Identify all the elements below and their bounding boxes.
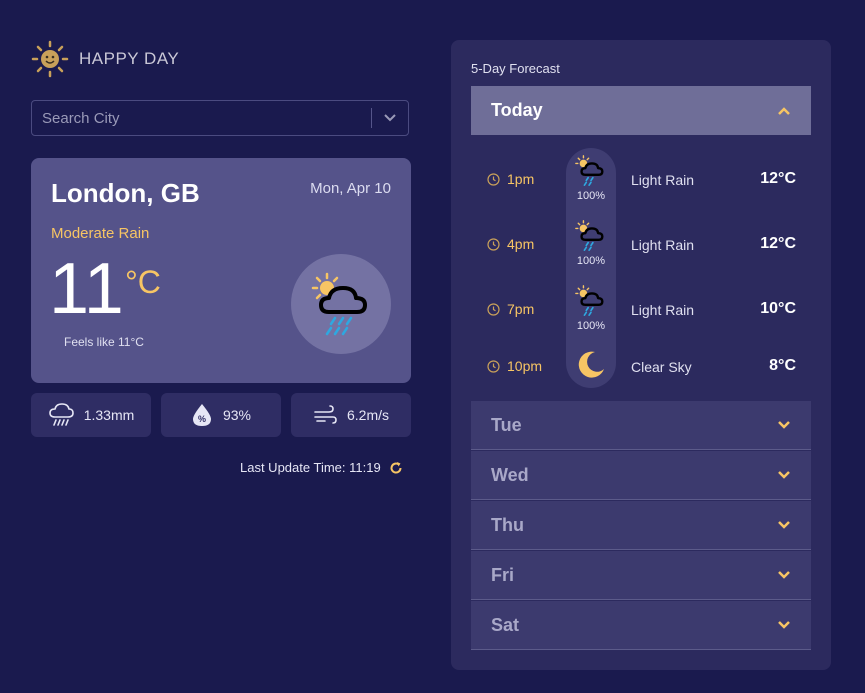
hour-description: Light Rain xyxy=(631,237,695,253)
day-label: Tue xyxy=(491,414,522,435)
rain-cloud-icon xyxy=(48,403,74,426)
hourly-weather: 100% xyxy=(569,154,613,202)
precipitation-value: 1.33mm xyxy=(83,407,135,423)
hourly-weather xyxy=(569,349,613,381)
chevron-down-icon xyxy=(778,571,790,579)
current-date: Mon, Apr 10 xyxy=(310,180,391,197)
wind-stat: 6.2m/s xyxy=(291,393,411,437)
humidity-value: 93% xyxy=(222,407,252,423)
hour-temperature: 8°C xyxy=(769,357,796,374)
chevron-down-icon xyxy=(778,521,790,529)
day-accordion-today[interactable]: Today xyxy=(471,86,811,135)
chevron-down-icon xyxy=(778,621,790,629)
day-label: Today xyxy=(491,100,543,120)
moon-icon xyxy=(578,351,604,378)
search-city-select[interactable] xyxy=(31,100,409,136)
sun-cloud-rain-icon xyxy=(291,254,391,354)
precipitation-stat: 1.33mm xyxy=(31,393,151,437)
clock-icon xyxy=(487,237,500,251)
humidity-drop-icon: % xyxy=(192,404,211,426)
current-weather-card: London, GB Mon, Apr 10 Moderate Rain 11 … xyxy=(31,158,411,383)
hour-time: 4pm xyxy=(487,236,534,252)
clock-icon xyxy=(487,302,500,316)
last-update-text: Last Update Time: 11:19 xyxy=(240,460,381,475)
day-accordion-fri[interactable]: Fri xyxy=(471,551,811,600)
day-accordion-wed[interactable]: Wed xyxy=(471,451,811,500)
smiling-sun-icon xyxy=(31,40,69,78)
clock-icon xyxy=(487,172,500,186)
current-temperature: 11 xyxy=(49,249,124,329)
day-accordion-thu[interactable]: Thu xyxy=(471,501,811,550)
hour-time: 7pm xyxy=(487,301,534,317)
chevron-down-icon xyxy=(778,421,790,429)
hourly-weather: 100% xyxy=(569,219,613,267)
sun-cloud-rain-icon xyxy=(575,220,604,251)
day-label: Sat xyxy=(491,614,520,635)
chevron-down-icon xyxy=(778,471,790,479)
hourly-weather: 100% xyxy=(569,284,613,332)
forecast-panel: 5-Day Forecast Today 1pm 100% Light Rain… xyxy=(451,40,831,670)
chevron-down-icon[interactable] xyxy=(372,101,408,135)
city-name: London, GB xyxy=(51,178,200,208)
hour-temperature: 12°C xyxy=(760,235,796,252)
feels-like: Feels like 11°C xyxy=(64,335,144,349)
app-logo: HAPPY DAY xyxy=(31,40,179,78)
clock-icon xyxy=(487,359,500,373)
forecast-title: 5-Day Forecast xyxy=(471,61,560,76)
svg-text:%: % xyxy=(198,414,206,424)
hour-description: Light Rain xyxy=(631,302,695,318)
day-label: Wed xyxy=(491,464,529,485)
hour-temperature: 10°C xyxy=(760,300,796,317)
precipitation-chance: 100% xyxy=(576,190,606,202)
refresh-icon[interactable] xyxy=(389,461,403,475)
hour-description: Clear Sky xyxy=(631,359,692,375)
hour-time: 1pm xyxy=(487,171,534,187)
precipitation-chance: 100% xyxy=(576,255,606,267)
hour-time: 10pm xyxy=(487,358,542,374)
hour-description: Light Rain xyxy=(631,172,695,188)
day-accordion-sat[interactable]: Sat xyxy=(471,601,811,650)
app-title: HAPPY DAY xyxy=(79,49,180,68)
hour-temperature: 12°C xyxy=(760,170,796,187)
precipitation-chance: 100% xyxy=(576,320,606,332)
day-label: Thu xyxy=(491,514,524,535)
wind-value: 6.2m/s xyxy=(346,407,389,423)
day-accordion-tue[interactable]: Tue xyxy=(471,401,811,450)
last-update: Last Update Time: 11:19 xyxy=(240,460,403,475)
chevron-up-icon xyxy=(778,106,790,115)
day-label: Fri xyxy=(491,564,515,585)
sun-cloud-rain-icon xyxy=(575,155,604,186)
weather-condition: Moderate Rain xyxy=(51,225,150,242)
temperature-unit: °C xyxy=(125,264,161,300)
sun-cloud-rain-icon xyxy=(575,285,604,316)
humidity-stat: % 93% xyxy=(161,393,281,437)
wind-icon xyxy=(314,405,337,424)
search-input[interactable] xyxy=(32,109,371,127)
